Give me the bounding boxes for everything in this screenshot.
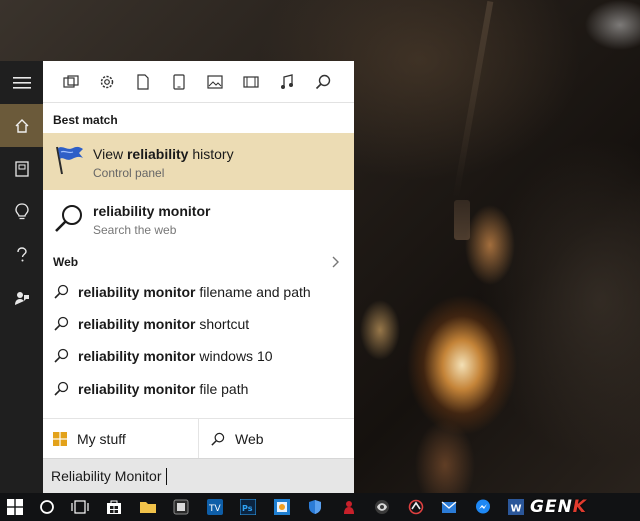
store-icon[interactable] (104, 497, 124, 517)
svg-text:W: W (511, 504, 522, 515)
notebook-icon[interactable] (0, 147, 43, 190)
svg-text:TV: TV (208, 504, 221, 514)
apps-icon[interactable] (62, 73, 80, 91)
search-icon (211, 432, 225, 446)
security-icon[interactable] (305, 497, 325, 517)
app-icon[interactable] (272, 497, 292, 517)
filter-bar (43, 61, 354, 103)
photos-icon[interactable] (206, 73, 224, 91)
best-match-title-bold: reliability (126, 146, 189, 162)
app-icon[interactable] (339, 497, 359, 517)
suggestion-item[interactable]: reliability monitor file path (43, 373, 354, 405)
suggestion-rest: filename and path (195, 284, 311, 300)
suggestion-rest: file path (195, 381, 249, 397)
search-panel: Best match View reliability history Cont… (43, 61, 354, 493)
my-stuff-label: My stuff (77, 431, 126, 447)
text-caret (166, 468, 167, 485)
search-icon (53, 348, 69, 369)
suggestion-text: reliability monitor file path (78, 381, 248, 397)
results-list: Best match View reliability history Cont… (43, 103, 354, 418)
best-match-item[interactable]: View reliability history Control panel (43, 133, 354, 190)
genk-watermark: GENK (530, 497, 587, 517)
cortana-icon[interactable] (37, 497, 57, 517)
suggestion-item[interactable]: reliability monitor windows 10 (43, 340, 354, 372)
search-box[interactable] (43, 458, 354, 493)
scope-divider (198, 419, 199, 459)
mail-icon[interactable] (439, 497, 459, 517)
file-explorer-icon[interactable] (138, 497, 158, 517)
watermark-accent: K (572, 497, 587, 517)
home-icon[interactable] (0, 104, 43, 147)
feedback-icon[interactable] (0, 276, 43, 319)
search-icon[interactable] (314, 73, 332, 91)
best-match-title-post: history (188, 146, 234, 162)
scope-bar: My stuff Web (43, 418, 354, 459)
best-match-title-pre: View (93, 146, 127, 162)
suggestion-text: reliability monitor windows 10 (78, 348, 273, 364)
search-icon (53, 381, 69, 402)
help-icon[interactable] (0, 233, 43, 276)
app-icon[interactable] (406, 497, 426, 517)
settings-icon[interactable] (98, 73, 116, 91)
chevron-right-icon[interactable] (332, 255, 340, 273)
suggestion-bold: reliability monitor (78, 381, 196, 397)
my-stuff-button[interactable]: My stuff (53, 419, 126, 459)
wallpaper-bulb (454, 200, 470, 240)
search-icon (53, 284, 69, 305)
app-icon[interactable] (372, 497, 392, 517)
svg-text:Ps: Ps (242, 504, 253, 513)
documents-icon[interactable] (134, 73, 152, 91)
videos-icon[interactable] (242, 73, 260, 91)
suggestion-rest: shortcut (195, 316, 250, 332)
app-icon[interactable] (171, 497, 191, 517)
web-search-subtitle: Search the web (93, 223, 177, 237)
tablet-icon[interactable] (170, 73, 188, 91)
teamviewer-icon[interactable]: TV (205, 497, 225, 517)
web-scope-label: Web (235, 431, 264, 447)
best-match-title: View reliability history (93, 146, 234, 162)
suggestion-bold: reliability monitor (78, 284, 196, 300)
web-header: Web (53, 255, 79, 269)
suggestion-text: reliability monitor filename and path (78, 284, 311, 300)
suggestion-item[interactable]: reliability monitor shortcut (43, 308, 354, 340)
suggestion-text: reliability monitor shortcut (78, 316, 249, 332)
lightbulb-icon[interactable] (0, 190, 43, 233)
web-search-item[interactable]: reliability monitor Search the web (43, 191, 354, 249)
messenger-icon[interactable] (473, 497, 493, 517)
task-view-icon[interactable] (70, 497, 90, 517)
search-icon (53, 316, 69, 337)
magnifier-icon (53, 203, 85, 240)
watermark-text: GEN (530, 497, 573, 517)
cortana-rail (0, 61, 43, 493)
suggestion-bold: reliability monitor (78, 348, 196, 364)
best-match-header: Best match (53, 113, 118, 127)
suggestion-item[interactable]: reliability monitor filename and path (43, 276, 354, 308)
menu-icon[interactable] (0, 61, 43, 104)
word-icon[interactable]: W (506, 497, 526, 517)
web-scope-button[interactable]: Web (210, 419, 264, 459)
photoshop-icon[interactable]: Ps (238, 497, 258, 517)
suggestion-rest: windows 10 (195, 348, 273, 364)
reliability-flag-icon (53, 144, 85, 181)
search-input[interactable] (51, 466, 341, 486)
best-match-subtitle: Control panel (93, 166, 165, 180)
start-icon[interactable] (5, 497, 25, 517)
suggestion-bold: reliability monitor (78, 316, 196, 332)
web-search-title: reliability monitor (93, 203, 211, 219)
windows-logo-icon (53, 432, 67, 446)
music-icon[interactable] (278, 73, 296, 91)
